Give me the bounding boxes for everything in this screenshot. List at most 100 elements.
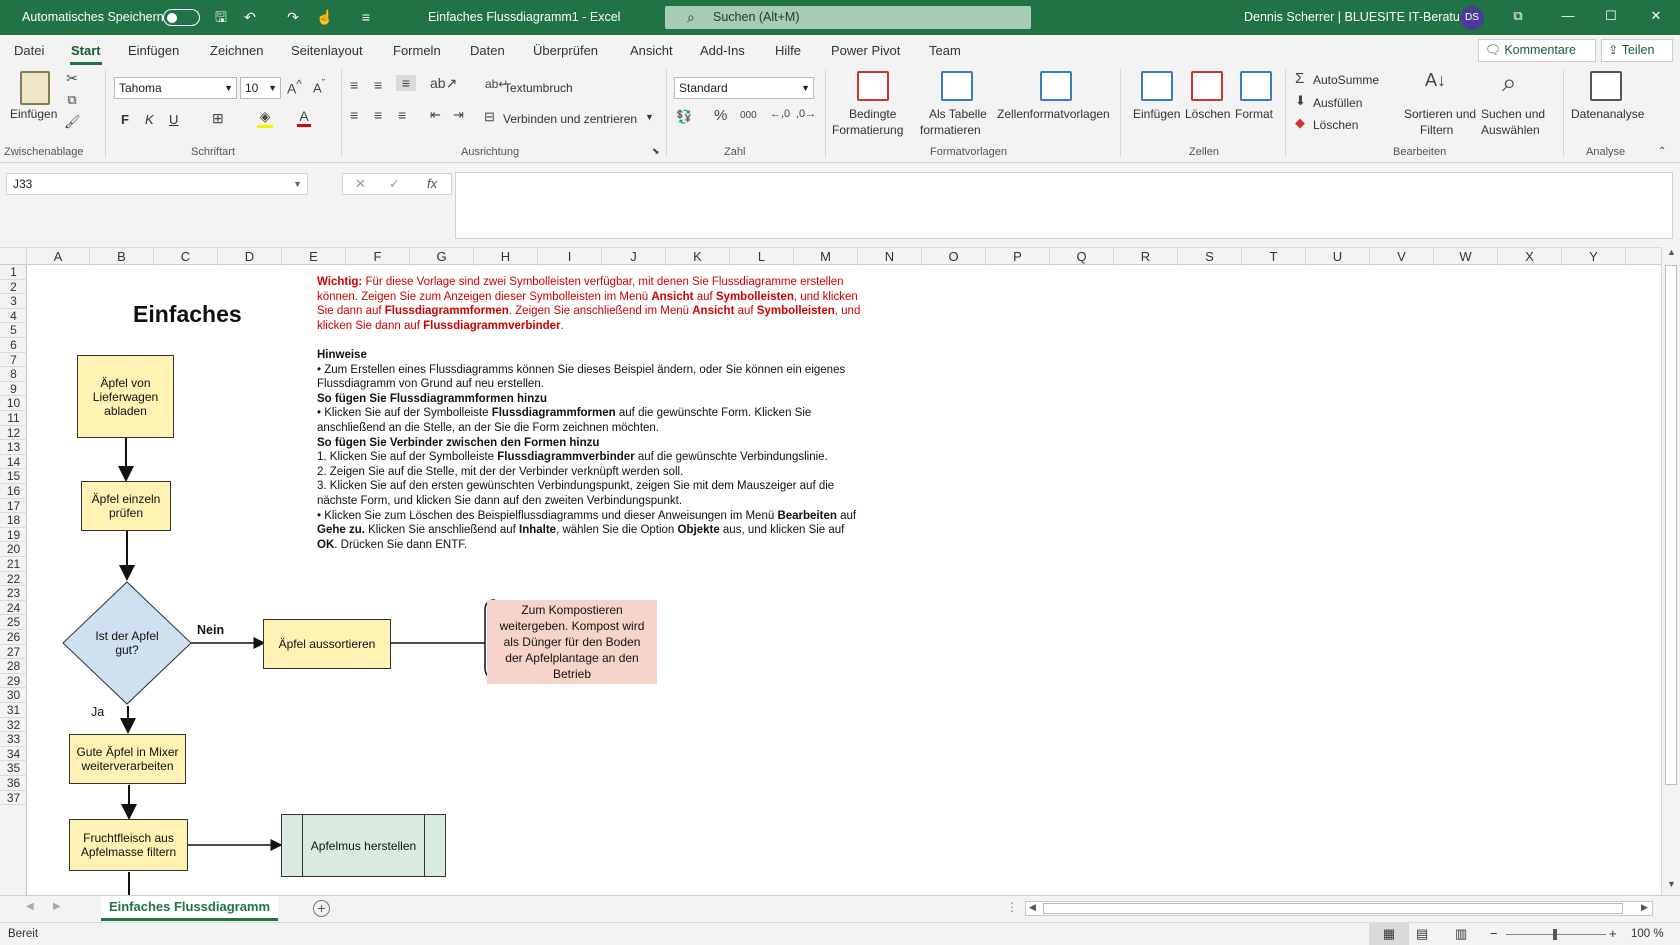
row-header[interactable]: 31 bbox=[0, 703, 27, 718]
orientation-icon[interactable]: ab↗ bbox=[430, 75, 457, 92]
vertical-scroll-thumb[interactable] bbox=[1665, 265, 1677, 785]
insert-function-icon[interactable]: fx bbox=[427, 176, 437, 191]
column-header[interactable]: X bbox=[1498, 248, 1562, 265]
compost-annotation[interactable]: Zum Kompostieren weitergeben. Kompost wi… bbox=[487, 600, 657, 684]
increase-font-icon[interactable]: A^ bbox=[287, 78, 302, 97]
decrease-decimal-icon[interactable]: ,0→ bbox=[796, 108, 816, 120]
tab-team[interactable]: Team bbox=[929, 43, 961, 58]
ribbon-display-icon[interactable]: ⧉ bbox=[1508, 8, 1528, 28]
format-painter-icon[interactable]: 🖌 bbox=[64, 114, 81, 130]
decrease-indent-icon[interactable]: ⇤ bbox=[430, 107, 441, 123]
thousands-icon[interactable]: 000 bbox=[740, 110, 757, 121]
increase-decimal-icon[interactable]: ←,0 bbox=[770, 108, 790, 120]
flow-step-mixer[interactable]: Gute Äpfel in Mixer weiterverarbeiten bbox=[69, 734, 186, 784]
row-header[interactable]: 35 bbox=[0, 761, 27, 776]
row-header[interactable]: 32 bbox=[0, 718, 27, 733]
formula-input[interactable] bbox=[455, 172, 1673, 239]
font-name-select[interactable]: Tahoma ▼ bbox=[114, 77, 237, 99]
row-header[interactable]: 2 bbox=[0, 280, 27, 295]
flow-step-sort-out[interactable]: Äpfel aussortieren bbox=[263, 619, 391, 669]
number-format-select[interactable]: Standard ▼ bbox=[674, 77, 814, 99]
row-header[interactable]: 5 bbox=[0, 323, 27, 338]
column-header[interactable]: D bbox=[218, 248, 282, 265]
column-header[interactable]: V bbox=[1370, 248, 1434, 265]
avatar[interactable]: DS bbox=[1460, 6, 1484, 30]
cancel-icon[interactable]: ✕ bbox=[355, 176, 366, 192]
minimize-icon[interactable]: — bbox=[1558, 8, 1578, 28]
column-header[interactable]: N bbox=[858, 248, 922, 265]
row-header[interactable]: 1 bbox=[0, 265, 27, 280]
scroll-left-icon[interactable]: ◀ bbox=[1029, 902, 1036, 913]
dialog-launcher-icon[interactable]: ⬊ bbox=[652, 146, 660, 157]
font-size-select[interactable]: 10 ▼ bbox=[240, 77, 281, 99]
tab-seitenlayout[interactable]: Seitenlayout bbox=[291, 43, 363, 58]
row-header[interactable]: 15 bbox=[0, 469, 27, 484]
row-header[interactable]: 12 bbox=[0, 426, 27, 441]
column-header[interactable]: A bbox=[27, 248, 90, 265]
flow-process-applesauce[interactable]: Apfelmus herstellen bbox=[281, 814, 446, 877]
row-header[interactable]: 19 bbox=[0, 528, 27, 543]
next-sheet-icon[interactable]: ▶ bbox=[53, 901, 61, 912]
column-header[interactable]: M bbox=[794, 248, 858, 265]
row-header[interactable]: 17 bbox=[0, 499, 27, 514]
column-header[interactable]: C bbox=[154, 248, 218, 265]
close-icon[interactable]: ✕ bbox=[1646, 8, 1666, 28]
column-header[interactable]: B bbox=[90, 248, 154, 265]
splitter-handle-icon[interactable]: ⋮ bbox=[1006, 900, 1018, 914]
column-header[interactable]: P bbox=[986, 248, 1050, 265]
enter-icon[interactable]: ✓ bbox=[389, 176, 400, 192]
autosave-toggle[interactable] bbox=[163, 9, 200, 26]
horizontal-scroll-thumb[interactable] bbox=[1043, 903, 1623, 914]
row-header[interactable]: 37 bbox=[0, 791, 27, 806]
align-center-icon[interactable]: ≡ bbox=[374, 107, 382, 123]
column-header[interactable]: G bbox=[410, 248, 474, 265]
row-header[interactable]: 21 bbox=[0, 557, 27, 572]
search-box[interactable]: ⌕ Suchen (Alt+M) bbox=[665, 6, 1031, 29]
row-header[interactable]: 22 bbox=[0, 572, 27, 587]
column-header[interactable]: F bbox=[346, 248, 410, 265]
row-header[interactable]: 3 bbox=[0, 294, 27, 309]
row-header[interactable]: 7 bbox=[0, 353, 27, 368]
row-header[interactable]: 27 bbox=[0, 645, 27, 660]
tab-zeichnen[interactable]: Zeichnen bbox=[210, 43, 263, 58]
column-header[interactable]: E bbox=[282, 248, 346, 265]
row-header[interactable]: 30 bbox=[0, 688, 27, 703]
tab-hilfe[interactable]: Hilfe bbox=[775, 43, 801, 58]
row-header[interactable]: 26 bbox=[0, 630, 27, 645]
row-header[interactable]: 23 bbox=[0, 586, 27, 601]
normal-view-icon[interactable]: ▦ bbox=[1369, 923, 1409, 945]
tab-datei[interactable]: Datei bbox=[14, 43, 44, 58]
row-header[interactable]: 9 bbox=[0, 382, 27, 397]
column-header[interactable]: Q bbox=[1050, 248, 1114, 265]
column-header[interactable]: R bbox=[1114, 248, 1178, 265]
tab-addins[interactable]: Add-Ins bbox=[700, 43, 745, 58]
save-icon[interactable]: 🖫 bbox=[211, 7, 231, 27]
row-header[interactable]: 34 bbox=[0, 747, 27, 762]
align-top-icon[interactable]: ≡ bbox=[350, 77, 358, 93]
horizontal-scrollbar[interactable]: ◀ ▶ bbox=[1025, 901, 1653, 916]
align-middle-icon[interactable]: ≡ bbox=[374, 77, 382, 93]
row-header[interactable]: 29 bbox=[0, 674, 27, 689]
align-right-icon[interactable]: ≡ bbox=[398, 107, 406, 123]
column-header[interactable]: U bbox=[1306, 248, 1370, 265]
name-box[interactable]: J33 ▼ bbox=[6, 173, 308, 195]
collapse-ribbon-icon[interactable]: ⌃ bbox=[1658, 146, 1666, 157]
row-header[interactable]: 20 bbox=[0, 542, 27, 557]
zoom-in-icon[interactable]: + bbox=[1609, 926, 1617, 941]
align-bottom-icon[interactable]: ≡ bbox=[396, 75, 416, 91]
italic-button[interactable]: K bbox=[145, 112, 154, 127]
tab-formeln[interactable]: Formeln bbox=[393, 43, 441, 58]
tab-ueberpruefen[interactable]: Überprüfen bbox=[533, 43, 598, 58]
column-header[interactable]: K bbox=[666, 248, 730, 265]
vertical-scrollbar[interactable]: ▲ ▼ bbox=[1661, 247, 1680, 895]
fill-color-icon[interactable]: ◈ bbox=[257, 108, 273, 128]
tab-daten[interactable]: Daten bbox=[470, 43, 505, 58]
bold-button[interactable]: F bbox=[121, 112, 129, 127]
column-header[interactable]: J bbox=[602, 248, 666, 265]
row-header[interactable]: 4 bbox=[0, 309, 27, 324]
row-header[interactable]: 33 bbox=[0, 732, 27, 747]
row-header[interactable]: 13 bbox=[0, 440, 27, 455]
scroll-down-icon[interactable]: ▼ bbox=[1667, 879, 1676, 889]
column-header[interactable]: O bbox=[922, 248, 986, 265]
decrease-font-icon[interactable]: Aˇ bbox=[313, 78, 325, 95]
